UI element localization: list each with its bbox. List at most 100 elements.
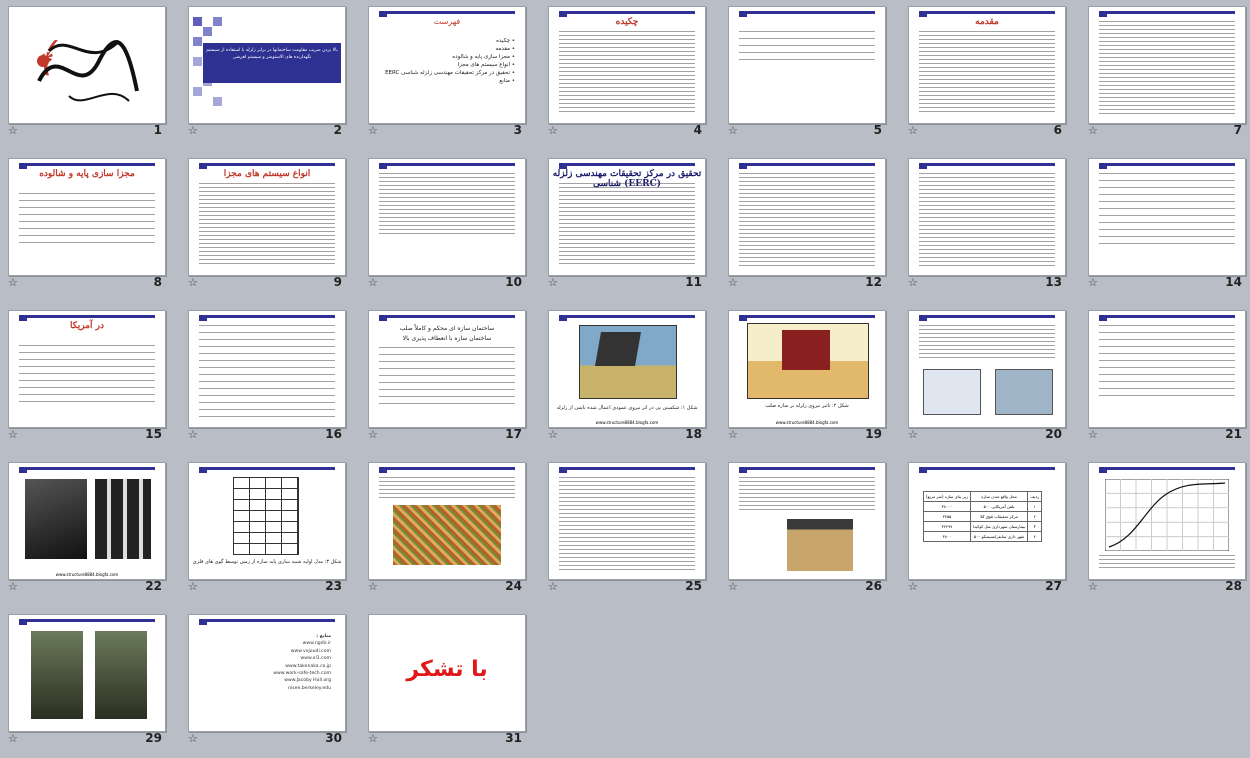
slide-thumbnail[interactable]: تحقیق در مرکز تحقیقات مهندسی زلزله شناسی… xyxy=(548,158,706,276)
slide-transition-icon[interactable]: ☆ xyxy=(188,125,198,137)
slide-thumbnail[interactable] xyxy=(728,158,886,276)
slide-cell[interactable]: با تشکر ☆ 31 xyxy=(360,608,540,758)
slide-transition-icon[interactable]: ☆ xyxy=(728,277,738,289)
slide-thumbnail[interactable]: www.structure8884.blogfa.com xyxy=(8,462,166,580)
slide-cell[interactable]: مقدمه ☆ 6 xyxy=(900,0,1080,150)
slide-cell[interactable]: فهرست • چکیده • مقدمه • مجزا سازی پایه و شا… xyxy=(360,0,540,150)
slide-number: 11 xyxy=(685,275,702,289)
slide-thumbnail[interactable]: شکل ۱: شکستن پی در اثر نیروی عمودی اعمال… xyxy=(548,310,706,428)
slide-transition-icon[interactable]: ☆ xyxy=(908,277,918,289)
slide-transition-icon[interactable]: ☆ xyxy=(8,733,18,745)
slide-cell[interactable]: مجزا سازی پایه و شالوده ☆ 8 xyxy=(0,152,180,302)
slide-cell[interactable]: ☆ 29 xyxy=(0,608,180,758)
slide-cell[interactable]: ☆ 20 xyxy=(900,304,1080,454)
slide-cell[interactable]: ﴾ ☆ 1 xyxy=(0,0,180,150)
slide-transition-icon[interactable]: ☆ xyxy=(548,581,558,593)
slide-thumbnail[interactable] xyxy=(908,158,1066,276)
slide-header-bar xyxy=(739,467,875,473)
slide-transition-icon[interactable]: ☆ xyxy=(908,125,918,137)
slide-cell[interactable]: شکل ۳: مدل اولیه شبیه سازی پایه سازه از … xyxy=(180,456,360,606)
slide-cell[interactable]: ☆ 7 xyxy=(1080,0,1250,150)
slide-cell[interactable]: ☆ 24 xyxy=(360,456,540,606)
slide-transition-icon[interactable]: ☆ xyxy=(548,125,558,137)
slide-cell[interactable]: ساختمان سازه ای محکم و کاملاً صلب ساختمان… xyxy=(360,304,540,454)
slide-transition-icon[interactable]: ☆ xyxy=(188,277,198,289)
slide-transition-icon[interactable]: ☆ xyxy=(1088,429,1098,441)
slide-transition-icon[interactable]: ☆ xyxy=(1088,581,1098,593)
slide-thumbnail[interactable]: ساختمان سازه ای محکم و کاملاً صلب ساختمان… xyxy=(368,310,526,428)
slide-thumbnail[interactable] xyxy=(188,310,346,428)
slide-transition-icon[interactable]: ☆ xyxy=(728,125,738,137)
slide-thumbnail[interactable]: انواع سیستم های مجزا xyxy=(188,158,346,276)
slide-cell[interactable]: ☆ 28 xyxy=(1080,456,1250,606)
slide-thumbnail[interactable]: شکل ۲: تاثیر نیروی زلزله بر سازه صلب www.… xyxy=(728,310,886,428)
slide-cell[interactable]: چکیده ☆ 4 xyxy=(540,0,720,150)
slide-cell[interactable]: ☆ 13 xyxy=(900,152,1080,302)
slide-thumbnail[interactable]: بالا بردن ضریب مقاومت ساختمانها در برابر… xyxy=(188,6,346,124)
slide-cell[interactable]: انواع سیستم های مجزا ☆ 9 xyxy=(180,152,360,302)
slide-cell[interactable]: شکل ۱: شکستن پی در اثر نیروی عمودی اعمال… xyxy=(540,304,720,454)
slide-thumbnail[interactable]: مجزا سازی پایه و شالوده xyxy=(8,158,166,276)
slide-thumbnail[interactable] xyxy=(728,6,886,124)
slide-thumbnail[interactable] xyxy=(908,310,1066,428)
slide-transition-icon[interactable]: ☆ xyxy=(188,581,198,593)
slide-transition-icon[interactable]: ☆ xyxy=(368,429,378,441)
slide-transition-icon[interactable]: ☆ xyxy=(548,429,558,441)
slide-transition-icon[interactable]: ☆ xyxy=(908,581,918,593)
slide-cell[interactable]: ☆ 21 xyxy=(1080,304,1250,454)
slide-cell[interactable]: ☆ 10 xyxy=(360,152,540,302)
slide-header-bar xyxy=(379,11,515,17)
slide-cell[interactable]: ☆ 26 xyxy=(720,456,900,606)
slide-thumbnail[interactable] xyxy=(548,462,706,580)
slide-cell[interactable]: ☆ 14 xyxy=(1080,152,1250,302)
slide-cell[interactable]: زیر بنای سازه (متر مربع) محل واقع شدن ساز… xyxy=(900,456,1080,606)
slide-transition-icon[interactable]: ☆ xyxy=(1088,277,1098,289)
slide-thumbnail[interactable] xyxy=(1088,6,1246,124)
slide-transition-icon[interactable]: ☆ xyxy=(368,277,378,289)
slide-transition-icon[interactable]: ☆ xyxy=(8,429,18,441)
slide-transition-icon[interactable]: ☆ xyxy=(368,733,378,745)
slide-thumbnail[interactable] xyxy=(368,462,526,580)
slide-thumbnail[interactable]: در آمریکا xyxy=(8,310,166,428)
slide-number: 30 xyxy=(325,731,342,745)
slide-thumbnail[interactable] xyxy=(728,462,886,580)
slide-cell[interactable]: تحقیق در مرکز تحقیقات مهندسی زلزله شناسی… xyxy=(540,152,720,302)
slide-header-bar xyxy=(199,163,335,169)
slide-cell[interactable]: در آمریکا ☆ 15 xyxy=(0,304,180,454)
slide-thumbnail[interactable] xyxy=(368,158,526,276)
slide-cell[interactable]: بالا بردن ضریب مقاومت ساختمانها در برابر… xyxy=(180,0,360,150)
slide-thumbnail[interactable]: با تشکر xyxy=(368,614,526,732)
slide-thumbnail[interactable]: زیر بنای سازه (متر مربع) محل واقع شدن ساز… xyxy=(908,462,1066,580)
slide-transition-icon[interactable]: ☆ xyxy=(368,125,378,137)
slide-transition-icon[interactable]: ☆ xyxy=(188,733,198,745)
slide-thumbnail[interactable] xyxy=(1088,462,1246,580)
slide-cell[interactable]: ☆ 16 xyxy=(180,304,360,454)
slide-cell[interactable]: شکل ۲: تاثیر نیروی زلزله بر سازه صلب www.… xyxy=(720,304,900,454)
reference-item: nisee.berkeley.edu xyxy=(288,685,331,691)
slide-thumbnail[interactable]: فهرست • چکیده • مقدمه • مجزا سازی پایه و شا… xyxy=(368,6,526,124)
slide-thumbnail[interactable]: چکیده xyxy=(548,6,706,124)
slide-cell[interactable]: www.structure8884.blogfa.com ☆ 22 xyxy=(0,456,180,606)
slide-transition-icon[interactable]: ☆ xyxy=(908,429,918,441)
slide-transition-icon[interactable]: ☆ xyxy=(368,581,378,593)
slide-thumbnail[interactable] xyxy=(1088,158,1246,276)
slide-transition-icon[interactable]: ☆ xyxy=(728,429,738,441)
slide-thumbnail[interactable] xyxy=(1088,310,1246,428)
slide-cell[interactable]: ☆ 25 xyxy=(540,456,720,606)
slide-cell[interactable]: ☆ 12 xyxy=(720,152,900,302)
slide-transition-icon[interactable]: ☆ xyxy=(8,581,18,593)
slide-transition-icon[interactable]: ☆ xyxy=(8,125,18,137)
slide-cell[interactable]: ☆ 5 xyxy=(720,0,900,150)
slide-thumbnail[interactable] xyxy=(8,614,166,732)
slide-transition-icon[interactable]: ☆ xyxy=(188,429,198,441)
slide-transition-icon[interactable]: ☆ xyxy=(728,581,738,593)
slide-transition-icon[interactable]: ☆ xyxy=(1088,125,1098,137)
slide-thumbnail[interactable]: منابع : www.ngdir.ir www.vojoudi.com www.xl… xyxy=(188,614,346,732)
slide-thumbnail[interactable]: مقدمه xyxy=(908,6,1066,124)
slide-transition-icon[interactable]: ☆ xyxy=(548,277,558,289)
slide-cell[interactable]: منابع : www.ngdir.ir www.vojoudi.com www.xl… xyxy=(180,608,360,758)
slide-text-block xyxy=(199,183,335,267)
slide-thumbnail[interactable]: ﴾ xyxy=(8,6,166,124)
slide-transition-icon[interactable]: ☆ xyxy=(8,277,18,289)
slide-thumbnail[interactable]: شکل ۳: مدل اولیه شبیه سازی پایه سازه از … xyxy=(188,462,346,580)
